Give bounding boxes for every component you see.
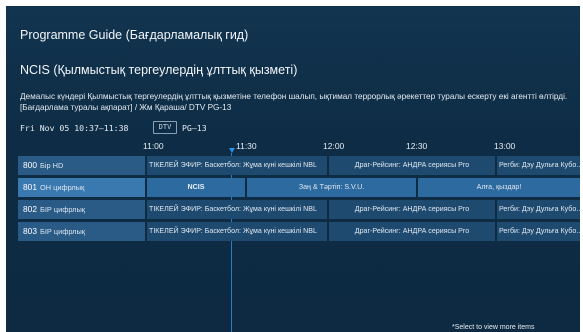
program-cell[interactable]: ТІКЕЛЕЙ ЭФИР: Баскетбол: Жұма күні кешкі… [147, 200, 327, 219]
program-cell[interactable]: Драг-Рейсинг: АНДРА сериясы Pro [329, 222, 495, 241]
program-cell[interactable]: Алға, қыздар! [418, 178, 580, 197]
down-triangle-icon [229, 148, 235, 153]
program-cell[interactable]: Регби: Дэу Дульға Кубо... [497, 200, 580, 219]
tv-guide-screen: Programme Guide (Бағдарламалық гид) NCIS… [6, 6, 580, 332]
footer-hint: *Select to view more items [452, 324, 535, 331]
program-cell[interactable]: Драг-Рейсинг: АНДРА сериясы Pro [329, 200, 495, 219]
timeslot-4: 13:00 [494, 141, 516, 151]
channel-name: БІР цифрлық [39, 205, 86, 214]
channel-number: 800 [23, 160, 37, 170]
program-cell-selected[interactable]: NCIS [147, 178, 245, 197]
rating-label: PG–13 [182, 123, 207, 133]
airing-datetime: Fri Nov 05 10:37–11:38 [20, 123, 129, 133]
timeslot-2: 12:00 [323, 141, 345, 151]
channel-number: 801 [23, 182, 37, 192]
channel-cell[interactable]: 803 БІР цифрлық [18, 222, 145, 241]
channel-name: ОН цифрлық [39, 183, 85, 192]
programme-description: Демалыс күндері Қылмыстық тергеулердің ұ… [20, 92, 580, 113]
channel-cell[interactable]: 800 Бір HD [18, 156, 145, 175]
channel-name: Бір HD [39, 161, 64, 170]
description-line-2: [Бағдарлама туралы ақпарат] / Жм Қараша/… [20, 102, 232, 112]
program-cell[interactable]: ТІКЕЛЕЙ ЭФИР: Баскетбол: Жұма күні кешкі… [147, 156, 327, 175]
timeslot-0: 11:00 [143, 141, 164, 151]
dtv-badge: DTV [153, 121, 177, 134]
channel-row-801[interactable]: 801 ОН цифрлық NCIS Заң & Тәртіп: S.V.U. … [18, 178, 580, 197]
program-cell[interactable]: Заң & Тәртіп: S.V.U. [247, 178, 416, 197]
program-cell[interactable]: ТІКЕЛЕЙ ЭФИР: Баскетбол: Жұма күні кешкі… [147, 222, 327, 241]
program-cell[interactable]: Регби: Дэу Дульға Кубо... [497, 156, 580, 175]
channel-cell[interactable]: 801 ОН цифрлық [18, 178, 145, 197]
timeslot-3: 12:30 [406, 141, 428, 151]
channel-row-800[interactable]: 800 Бір HD ТІКЕЛЕЙ ЭФИР: Баскетбол: Жұма … [18, 156, 580, 175]
timeslot-1: 11:30 [236, 141, 257, 151]
programme-title: NCIS (Қылмыстық тергеулердің ұлттық қызм… [20, 63, 298, 77]
channel-name: БІР цифрлық [39, 227, 86, 236]
program-cell[interactable]: Регби: Дэу Дульға Кубо... [497, 222, 580, 241]
channel-number: 803 [23, 226, 37, 236]
channel-row-802[interactable]: 802 БІР цифрлық ТІКЕЛЕЙ ЭФИР: Баскетбол: … [18, 200, 580, 219]
guide-title: Programme Guide (Бағдарламалық гид) [20, 28, 249, 42]
program-cell[interactable]: Драг-Рейсинг: АНДРА сериясы Pro [329, 156, 495, 175]
channel-cell[interactable]: 802 БІР цифрлық [18, 200, 145, 219]
description-line-1: Демалыс күндері Қылмыстық тергеулердің ұ… [20, 92, 568, 101]
channel-row-803[interactable]: 803 БІР цифрлық ТІКЕЛЕЙ ЭФИР: Баскетбол: … [18, 222, 580, 241]
channel-number: 802 [23, 204, 37, 214]
